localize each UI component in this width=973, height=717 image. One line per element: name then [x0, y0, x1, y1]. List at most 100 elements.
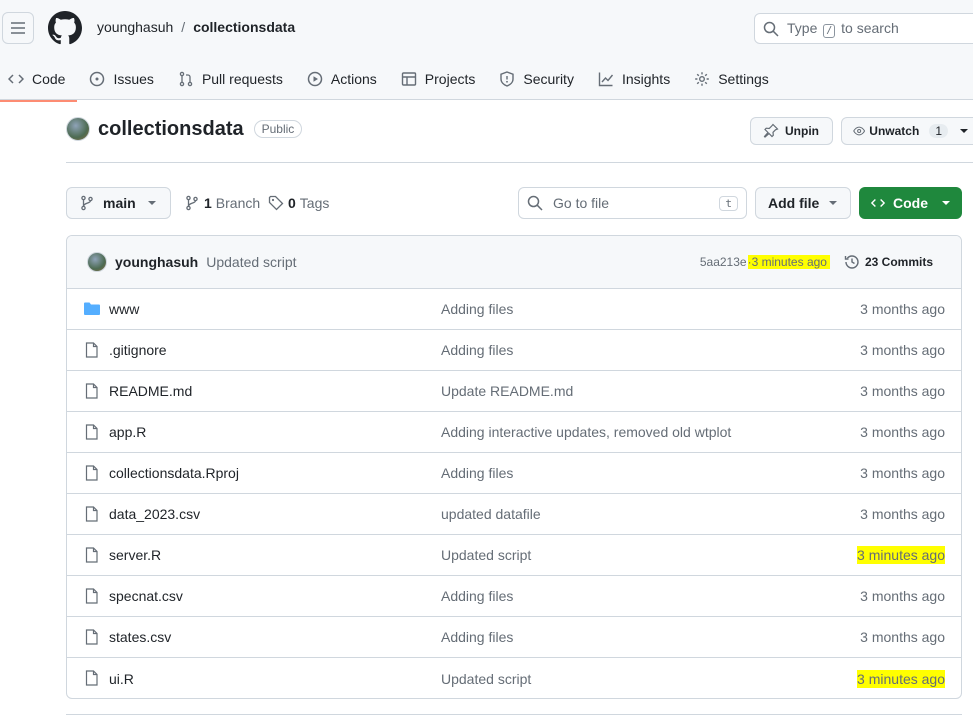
- file-commit-age: 3 months ago: [860, 465, 945, 481]
- file-row: states.csv Adding files 3 months ago: [67, 617, 961, 658]
- commits-link[interactable]: 23 Commits: [844, 254, 933, 270]
- search-shortcut-key: /: [823, 23, 836, 38]
- tab-projects[interactable]: Projects: [389, 61, 488, 97]
- branches-label: Branch: [215, 195, 261, 211]
- owner-avatar[interactable]: [66, 117, 90, 141]
- breadcrumb-repo-link[interactable]: collectionsdata: [193, 19, 295, 35]
- commit-sha[interactable]: 5aa213e: [700, 255, 747, 269]
- tab-settings[interactable]: Settings: [682, 61, 781, 97]
- file-commit-message-link[interactable]: Adding files: [441, 629, 513, 645]
- file-commit-age: 3 months ago: [860, 342, 945, 358]
- tab-issues[interactable]: Issues: [77, 61, 165, 97]
- file-commit-message-link[interactable]: Adding files: [441, 301, 513, 317]
- file-row: app.R Adding interactive updates, removed…: [67, 412, 961, 453]
- code-icon: [8, 74, 24, 84]
- file-commit-message-link[interactable]: Update README.md: [441, 383, 573, 399]
- file-name-link[interactable]: states.csv: [109, 629, 171, 645]
- play-icon: [307, 71, 323, 87]
- commit-author[interactable]: younghasuh: [115, 254, 198, 270]
- commit-age-highlight: ·3 minutes ago: [747, 255, 830, 269]
- search-icon: [763, 21, 779, 37]
- file-commit-message-link[interactable]: Adding interactive updates, removed old …: [441, 424, 731, 440]
- file-name-link[interactable]: app.R: [109, 424, 146, 440]
- tab-security[interactable]: Security: [487, 61, 586, 97]
- file-commit-message-link[interactable]: Adding files: [441, 588, 513, 604]
- commits-count: 23 Commits: [864, 255, 933, 269]
- file-commit-message-link[interactable]: Adding files: [441, 342, 513, 358]
- file-row: .gitignore Adding files 3 months ago: [67, 330, 961, 371]
- search-input[interactable]: Type / to search: [754, 13, 973, 44]
- go-to-file-placeholder: Go to file: [553, 195, 610, 211]
- git-branch-icon: [81, 195, 93, 211]
- add-file-button[interactable]: Add file: [755, 187, 851, 219]
- tab-label: Issues: [113, 71, 154, 87]
- file-name-link[interactable]: ui.R: [109, 671, 134, 687]
- shield-icon: [500, 71, 515, 87]
- file-commit-message-link[interactable]: Updated script: [441, 547, 531, 563]
- tab-code[interactable]: Code: [0, 61, 78, 102]
- breadcrumb-owner-link[interactable]: younghasuh: [97, 19, 173, 35]
- tab-label: Settings: [718, 71, 769, 87]
- file-commit-message-link[interactable]: updated datafile: [441, 506, 541, 522]
- code-button[interactable]: Code: [859, 187, 962, 219]
- file-name-link[interactable]: data_2023.csv: [109, 506, 200, 522]
- tab-label: Projects: [424, 71, 476, 87]
- tab-insights[interactable]: Insights: [586, 61, 682, 97]
- tab-label: Insights: [621, 71, 671, 87]
- tags-label: Tags: [299, 195, 330, 211]
- file-name-link[interactable]: collectionsdata.Rproj: [109, 465, 239, 481]
- unwatch-button[interactable]: Unwatch 1: [841, 117, 973, 145]
- file-row: data_2023.csv updated datafile 3 months ag…: [67, 494, 961, 535]
- file-name-link[interactable]: specnat.csv: [109, 588, 183, 604]
- code-icon: [871, 199, 885, 207]
- chevron-down-icon: [960, 129, 968, 133]
- file-commit-age: 3 months ago: [860, 383, 945, 399]
- branch-select-button[interactable]: main: [66, 187, 171, 219]
- unpin-button[interactable]: Unpin: [750, 117, 833, 145]
- code-button-label: Code: [893, 195, 928, 211]
- branches-link[interactable]: 1 Branch: [184, 195, 260, 211]
- file-commit-age: 3 months ago: [860, 506, 945, 522]
- file-icon: [85, 670, 98, 686]
- file-name-link[interactable]: server.R: [109, 547, 161, 563]
- file-icon: [85, 547, 98, 563]
- file-name-link[interactable]: README.md: [109, 383, 192, 399]
- go-to-file-input[interactable]: Go to file t: [518, 187, 747, 219]
- search-suffix: to search: [841, 19, 899, 36]
- unwatch-label: Unwatch: [869, 124, 920, 138]
- tab-actions[interactable]: Actions: [295, 61, 389, 97]
- tab-pull-requests[interactable]: Pull requests: [166, 61, 295, 97]
- file-icon: [85, 506, 98, 522]
- latest-commit-bar: younghasuh Updated script 5aa213e ·3 min…: [67, 236, 961, 289]
- file-name-link[interactable]: .gitignore: [109, 342, 167, 358]
- commit-meta: 5aa213e ·3 minutes ago 23 Commits: [700, 254, 933, 270]
- file-icon: [85, 383, 98, 399]
- commit-age: 3 minutes ago: [751, 255, 827, 269]
- repo-nav-tabs: Code Issues Pull requests Actions Projec…: [0, 58, 781, 102]
- commit-message[interactable]: Updated script: [206, 254, 296, 270]
- tab-label: Code: [32, 71, 66, 87]
- tag-icon: [268, 195, 284, 211]
- graph-icon: [598, 72, 613, 87]
- search-icon: [527, 195, 543, 211]
- repo-name[interactable]: collectionsdata: [98, 118, 244, 141]
- commit-author-avatar[interactable]: [87, 252, 107, 272]
- watch-count: 1: [929, 124, 948, 138]
- file-name-link[interactable]: www: [109, 301, 139, 317]
- file-commit-message-link[interactable]: Updated script: [441, 671, 531, 687]
- folder-icon: [84, 302, 100, 315]
- file-commit-message-link[interactable]: Adding files: [441, 465, 513, 481]
- tags-link[interactable]: 0 Tags: [268, 195, 329, 211]
- file-row: collectionsdata.Rproj Adding files 3 month…: [67, 453, 961, 494]
- file-row: README.md Update README.md 3 months ago: [67, 371, 961, 412]
- search-placeholder: Type / to search: [787, 20, 899, 38]
- header-divider: [66, 162, 973, 163]
- github-logo-icon[interactable]: [48, 11, 82, 45]
- add-file-label: Add file: [768, 195, 820, 211]
- file-commit-age: 3 months ago: [860, 301, 945, 317]
- menu-button[interactable]: [2, 12, 34, 44]
- tab-label: Actions: [330, 71, 377, 87]
- file-commit-age: 3 months ago: [860, 588, 945, 604]
- file-icon: [85, 424, 98, 440]
- breadcrumb-separator: /: [181, 19, 186, 35]
